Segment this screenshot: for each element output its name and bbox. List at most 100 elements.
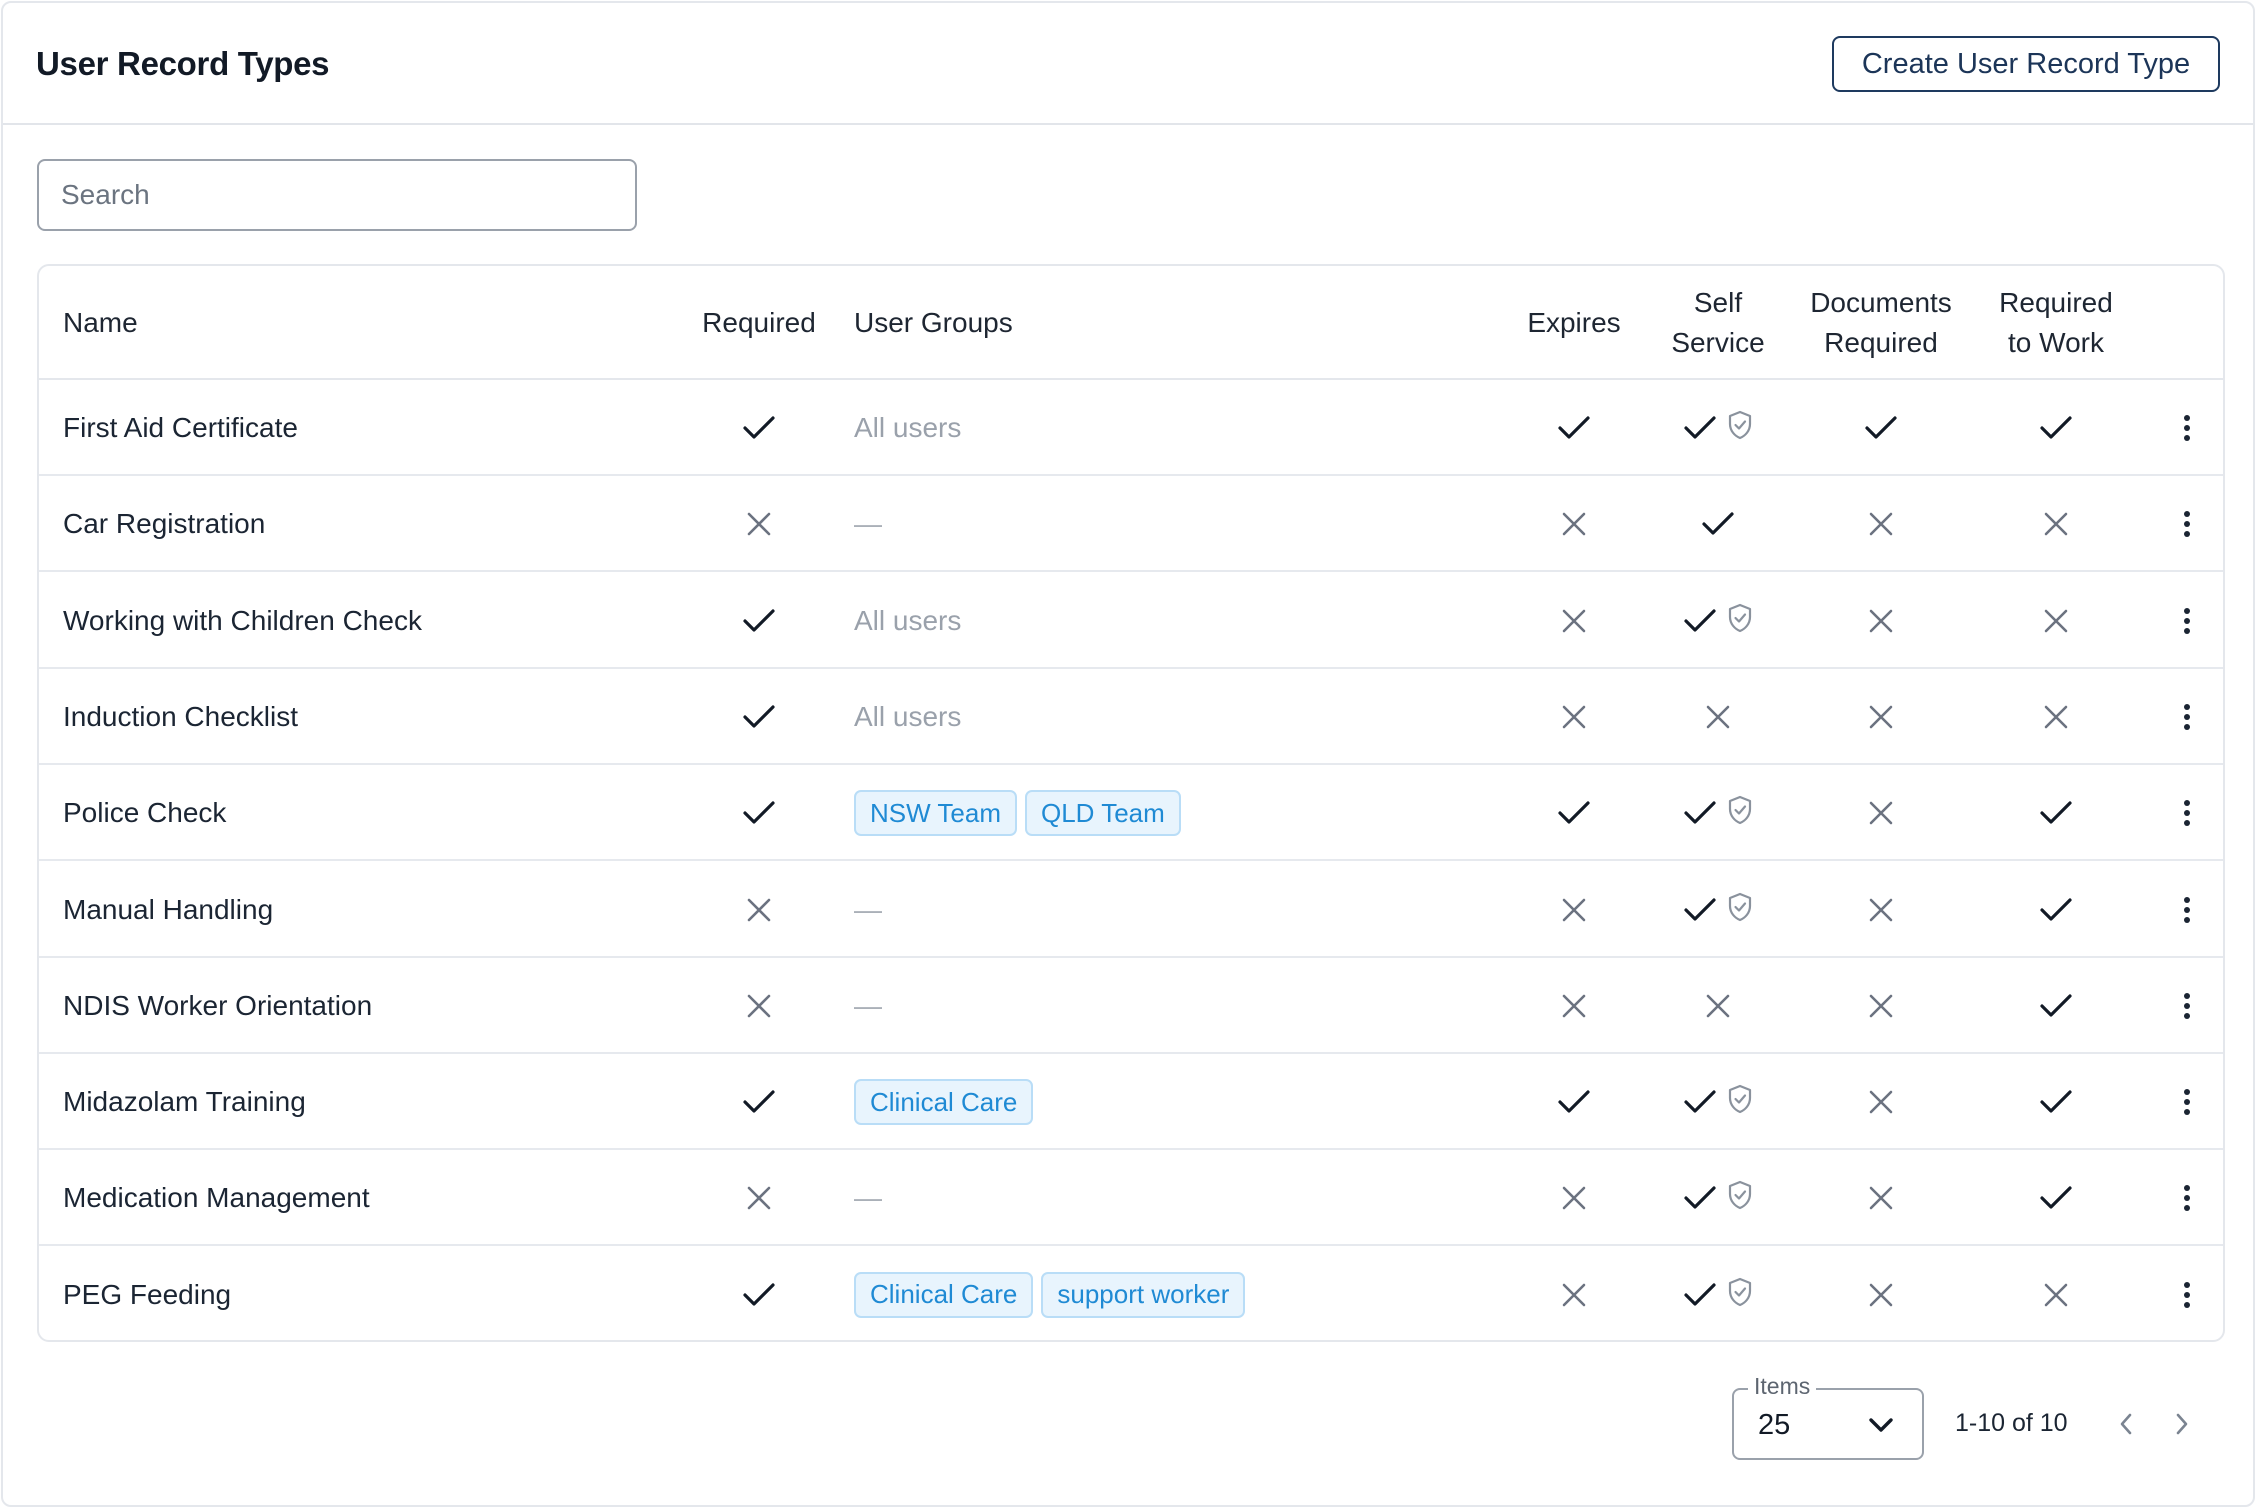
cross-icon — [2043, 608, 2069, 634]
row-actions-button[interactable] — [2170, 597, 2204, 645]
cell-name: NDIS Worker Orientation — [63, 958, 663, 1054]
table-row[interactable]: Midazolam Training Clinical Care — [39, 1054, 2223, 1151]
all-users-text: All users — [854, 700, 962, 732]
cell-expires — [1499, 669, 1649, 765]
cell-actions — [2167, 380, 2207, 476]
check-icon — [742, 415, 776, 441]
table-row[interactable]: Working with Children Check All users — [39, 573, 2223, 669]
cross-icon — [1561, 993, 1587, 1019]
cell-required-to-work — [1981, 1054, 2131, 1150]
row-actions-button[interactable] — [2170, 693, 2204, 741]
cell-user-groups: All users — [854, 669, 1454, 765]
items-per-page-select[interactable]: Items 25 — [1732, 1373, 1924, 1460]
column-header-user-groups[interactable]: User Groups — [854, 266, 1254, 380]
row-actions-button[interactable] — [2170, 500, 2204, 548]
row-actions-button[interactable] — [2170, 1271, 2204, 1319]
table-row[interactable]: Induction Checklist All users — [39, 669, 2223, 765]
column-header-label-line2: to Work — [2008, 327, 2104, 358]
record-type-name: Car Registration — [63, 508, 266, 540]
column-header-documents-required[interactable]: Documents Required — [1791, 266, 1971, 380]
cell-user-groups: All users — [854, 380, 1454, 476]
row-actions-button[interactable] — [2170, 404, 2204, 452]
cross-icon — [1868, 897, 1894, 923]
page-title: User Record Types — [36, 45, 330, 82]
check-icon — [2039, 897, 2073, 923]
table-row[interactable]: PEG Feeding Clinical Care support worker — [39, 1247, 2223, 1340]
column-header-expires[interactable]: Expires — [1499, 266, 1649, 380]
cell-name: Car Registration — [63, 476, 663, 572]
table-row[interactable]: Manual Handling — — [39, 862, 2223, 958]
record-type-name: Police Check — [63, 797, 227, 829]
table-row[interactable]: First Aid Certificate All users — [39, 380, 2223, 476]
cell-expires — [1499, 862, 1649, 958]
cell-actions — [2167, 765, 2207, 861]
user-group-chip: QLD Team — [1025, 790, 1181, 837]
record-type-name: Induction Checklist — [63, 700, 299, 732]
cell-self-service — [1643, 1150, 1793, 1246]
cross-icon — [746, 511, 772, 537]
cell-self-service — [1643, 1247, 1793, 1340]
check-icon — [1683, 897, 1717, 923]
previous-page-button[interactable] — [2109, 1407, 2143, 1441]
table-row[interactable]: Medication Management — — [39, 1150, 2223, 1247]
shield-check-icon — [1727, 410, 1753, 440]
cross-icon — [1868, 1282, 1894, 1308]
row-actions-button[interactable] — [2170, 886, 2204, 934]
user-group-chip: Clinical Care — [854, 1079, 1034, 1126]
cell-required-to-work — [1981, 765, 2131, 861]
shield-check-icon — [1727, 1277, 1753, 1307]
cross-icon — [1868, 800, 1894, 826]
cell-required — [679, 573, 839, 669]
create-user-record-type-button[interactable]: Create User Record Type — [1832, 36, 2220, 92]
check-icon — [742, 1089, 776, 1115]
cell-user-groups: Clinical Care support worker — [854, 1247, 1454, 1340]
cell-user-groups: — — [854, 476, 1454, 572]
table-row[interactable]: Car Registration — — [39, 476, 2223, 573]
column-header-label-line2: Required — [1824, 327, 1938, 358]
cross-icon — [1561, 1185, 1587, 1211]
cell-user-groups: NSW Team QLD Team — [854, 765, 1454, 861]
cell-self-service — [1643, 573, 1793, 669]
empty-groups-dash: — — [854, 1182, 882, 1214]
column-header-required-to-work[interactable]: Required to Work — [1981, 266, 2131, 380]
row-actions-button[interactable] — [2170, 789, 2204, 837]
cell-name: Police Check — [63, 765, 663, 861]
row-actions-button[interactable] — [2170, 1078, 2204, 1126]
check-icon — [2039, 1089, 2073, 1115]
items-per-page-value: 25 — [1758, 1409, 1791, 1441]
column-header-required[interactable]: Required — [679, 266, 839, 380]
cell-expires — [1499, 1054, 1649, 1150]
search-input[interactable] — [37, 159, 637, 231]
chevron-right-icon — [2174, 1412, 2190, 1436]
cell-documents-required — [1791, 476, 1971, 572]
next-page-button[interactable] — [2165, 1407, 2199, 1441]
cell-self-service — [1643, 476, 1793, 572]
column-header-name[interactable]: Name — [63, 266, 463, 380]
cell-self-service — [1643, 380, 1793, 476]
vertical-dots-icon — [2183, 1088, 2191, 1116]
table-row[interactable]: NDIS Worker Orientation — — [39, 958, 2223, 1054]
check-icon — [1683, 1185, 1717, 1211]
cross-icon — [1868, 993, 1894, 1019]
row-actions-button[interactable] — [2170, 1174, 2204, 1222]
cell-documents-required — [1791, 1247, 1971, 1340]
cell-name: First Aid Certificate — [63, 380, 663, 476]
user-group-chip: Clinical Care — [854, 1271, 1034, 1318]
check-icon — [1683, 800, 1717, 826]
cell-name: Induction Checklist — [63, 669, 663, 765]
cell-user-groups: — — [854, 1150, 1454, 1246]
cell-required — [679, 669, 839, 765]
cell-self-service — [1643, 765, 1793, 861]
vertical-dots-icon — [2183, 896, 2191, 924]
cell-required-to-work — [1981, 1247, 2131, 1340]
table-row[interactable]: Police Check NSW Team QLD Team — [39, 765, 2223, 862]
user-record-types-table: Name Required User Groups Expires Self S… — [37, 264, 2225, 1342]
cell-documents-required — [1791, 573, 1971, 669]
row-actions-button[interactable] — [2170, 982, 2204, 1030]
column-header-self-service[interactable]: Self Service — [1643, 266, 1793, 380]
check-icon — [2039, 800, 2073, 826]
cell-name: Working with Children Check — [63, 573, 663, 669]
record-type-name: First Aid Certificate — [63, 412, 298, 443]
cell-self-service — [1643, 958, 1793, 1054]
cross-icon — [746, 993, 772, 1019]
